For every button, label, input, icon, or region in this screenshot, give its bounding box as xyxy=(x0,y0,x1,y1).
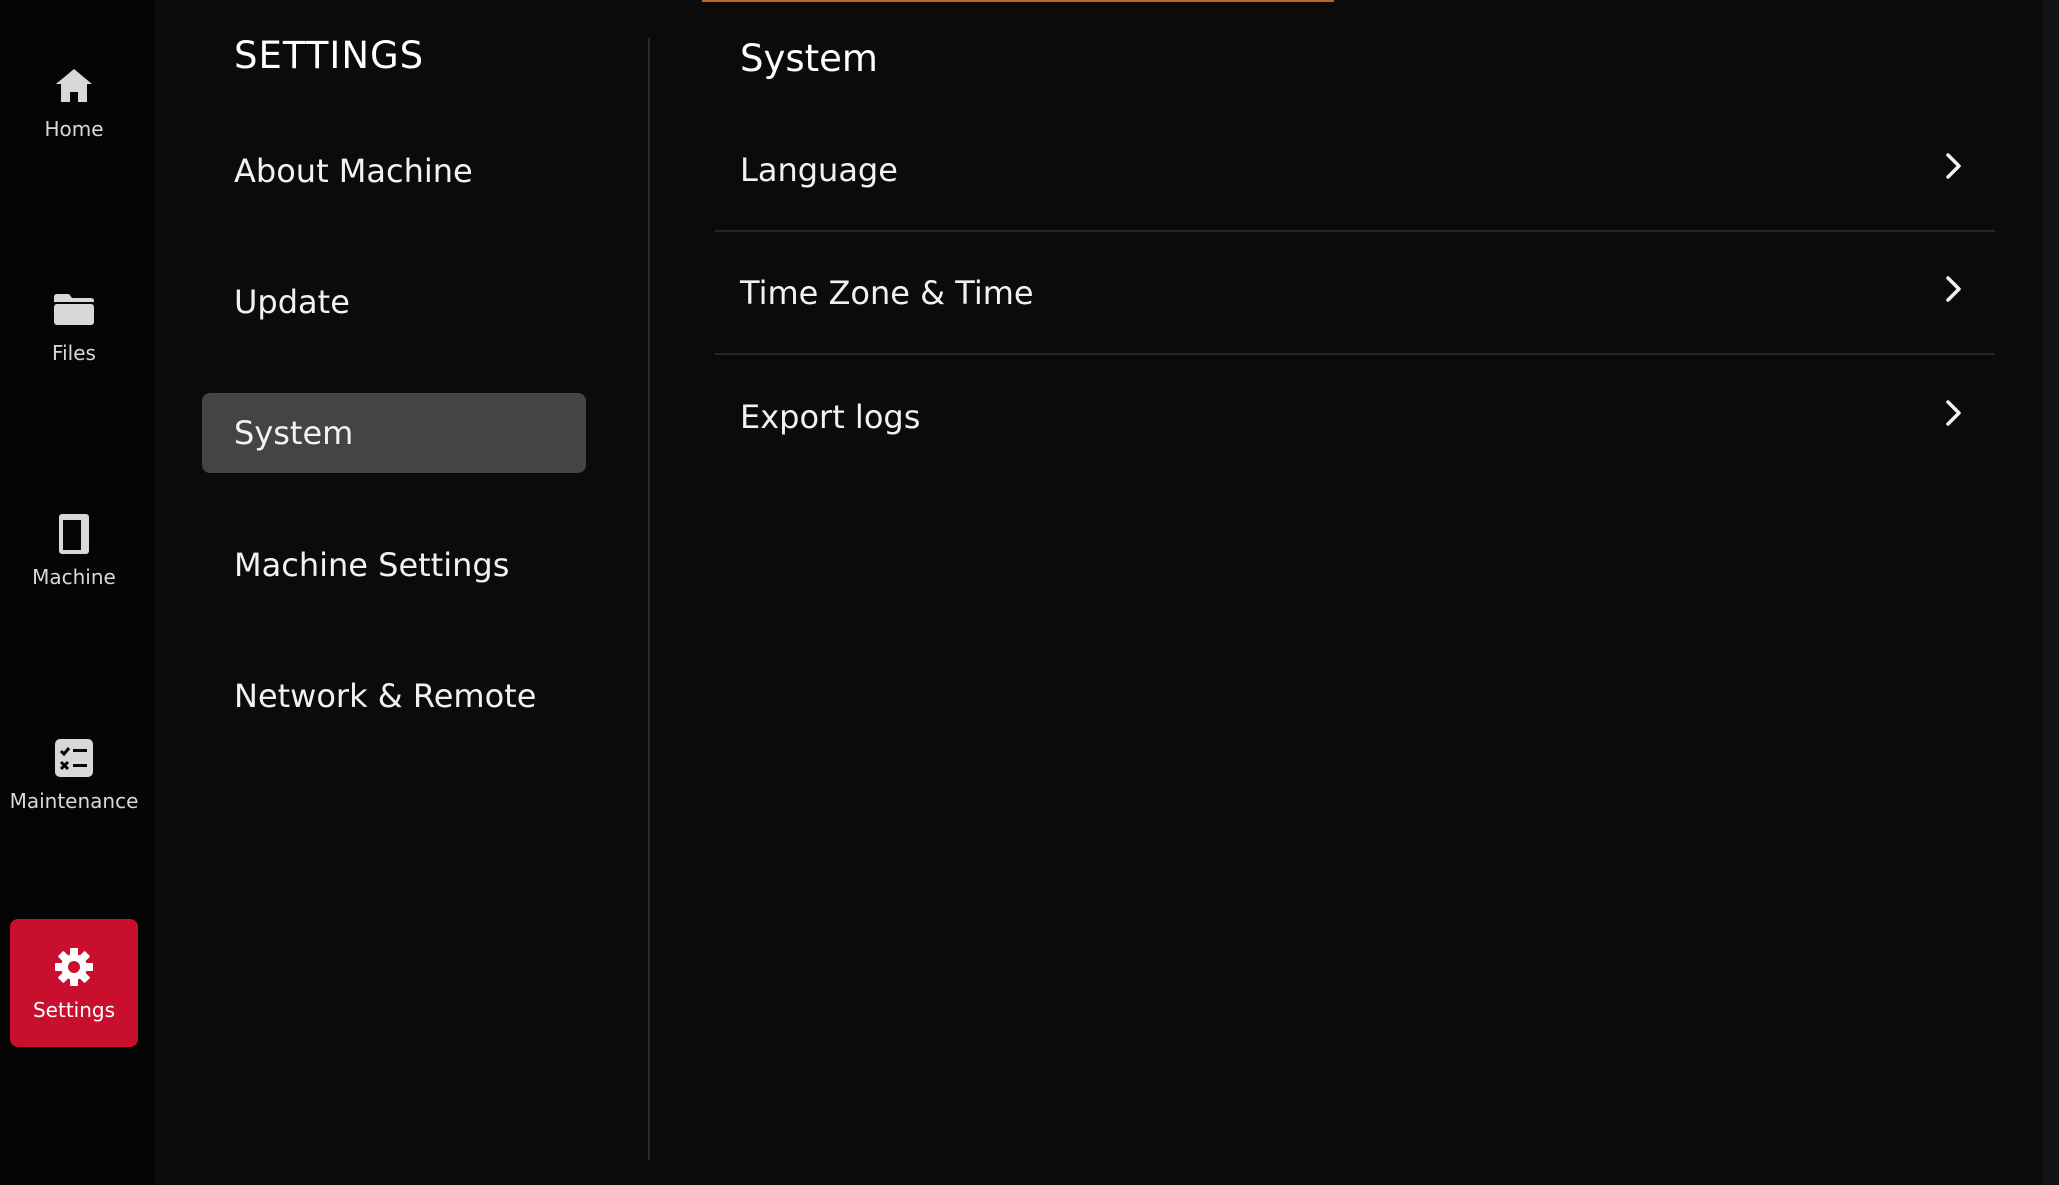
chevron-right-icon xyxy=(1941,151,1965,189)
row-label-time-zone-time: Time Zone & Time xyxy=(740,274,1034,312)
menu-item-system[interactable]: System xyxy=(202,393,586,473)
chevron-right-icon xyxy=(1941,398,1965,436)
nav-rail: Home Files Machine Maintenance Settings xyxy=(0,0,155,1185)
machine-icon xyxy=(51,511,97,557)
folder-icon xyxy=(51,287,97,333)
gear-icon xyxy=(51,944,97,990)
nav-label-maintenance: Maintenance xyxy=(9,789,139,813)
column-divider xyxy=(648,38,650,1160)
nav-item-machine[interactable]: Machine xyxy=(10,486,138,614)
nav-label-files: Files xyxy=(52,341,96,365)
menu-item-machine-settings[interactable]: Machine Settings xyxy=(202,525,586,605)
menu-item-network-remote[interactable]: Network & Remote xyxy=(202,656,586,736)
nav-item-files[interactable]: Files xyxy=(10,262,138,390)
chevron-right-icon xyxy=(1941,274,1965,312)
nav-item-settings[interactable]: Settings xyxy=(10,919,138,1047)
row-label-language: Language xyxy=(740,151,898,189)
settings-title: SETTINGS xyxy=(234,34,425,77)
maintenance-checklist-icon xyxy=(51,735,97,781)
row-time-zone-time[interactable]: Time Zone & Time xyxy=(715,233,1995,355)
settings-screen: Home Files Machine Maintenance Settings … xyxy=(0,0,2059,1185)
nav-label-home: Home xyxy=(44,117,104,141)
panel-title: System xyxy=(740,37,878,80)
right-edge-scrollbar[interactable] xyxy=(2042,0,2059,1185)
nav-label-machine: Machine xyxy=(32,565,116,589)
menu-item-update[interactable]: Update xyxy=(202,262,586,342)
home-icon xyxy=(51,63,97,109)
row-label-export-logs: Export logs xyxy=(740,398,921,436)
top-accent-bar xyxy=(702,0,1334,2)
nav-label-settings: Settings xyxy=(32,998,116,1022)
row-language[interactable]: Language xyxy=(715,110,1995,232)
nav-item-maintenance[interactable]: Maintenance xyxy=(10,710,138,838)
row-export-logs[interactable]: Export logs xyxy=(715,356,1995,478)
menu-item-about-machine[interactable]: About Machine xyxy=(202,131,586,211)
nav-item-home[interactable]: Home xyxy=(10,38,138,166)
